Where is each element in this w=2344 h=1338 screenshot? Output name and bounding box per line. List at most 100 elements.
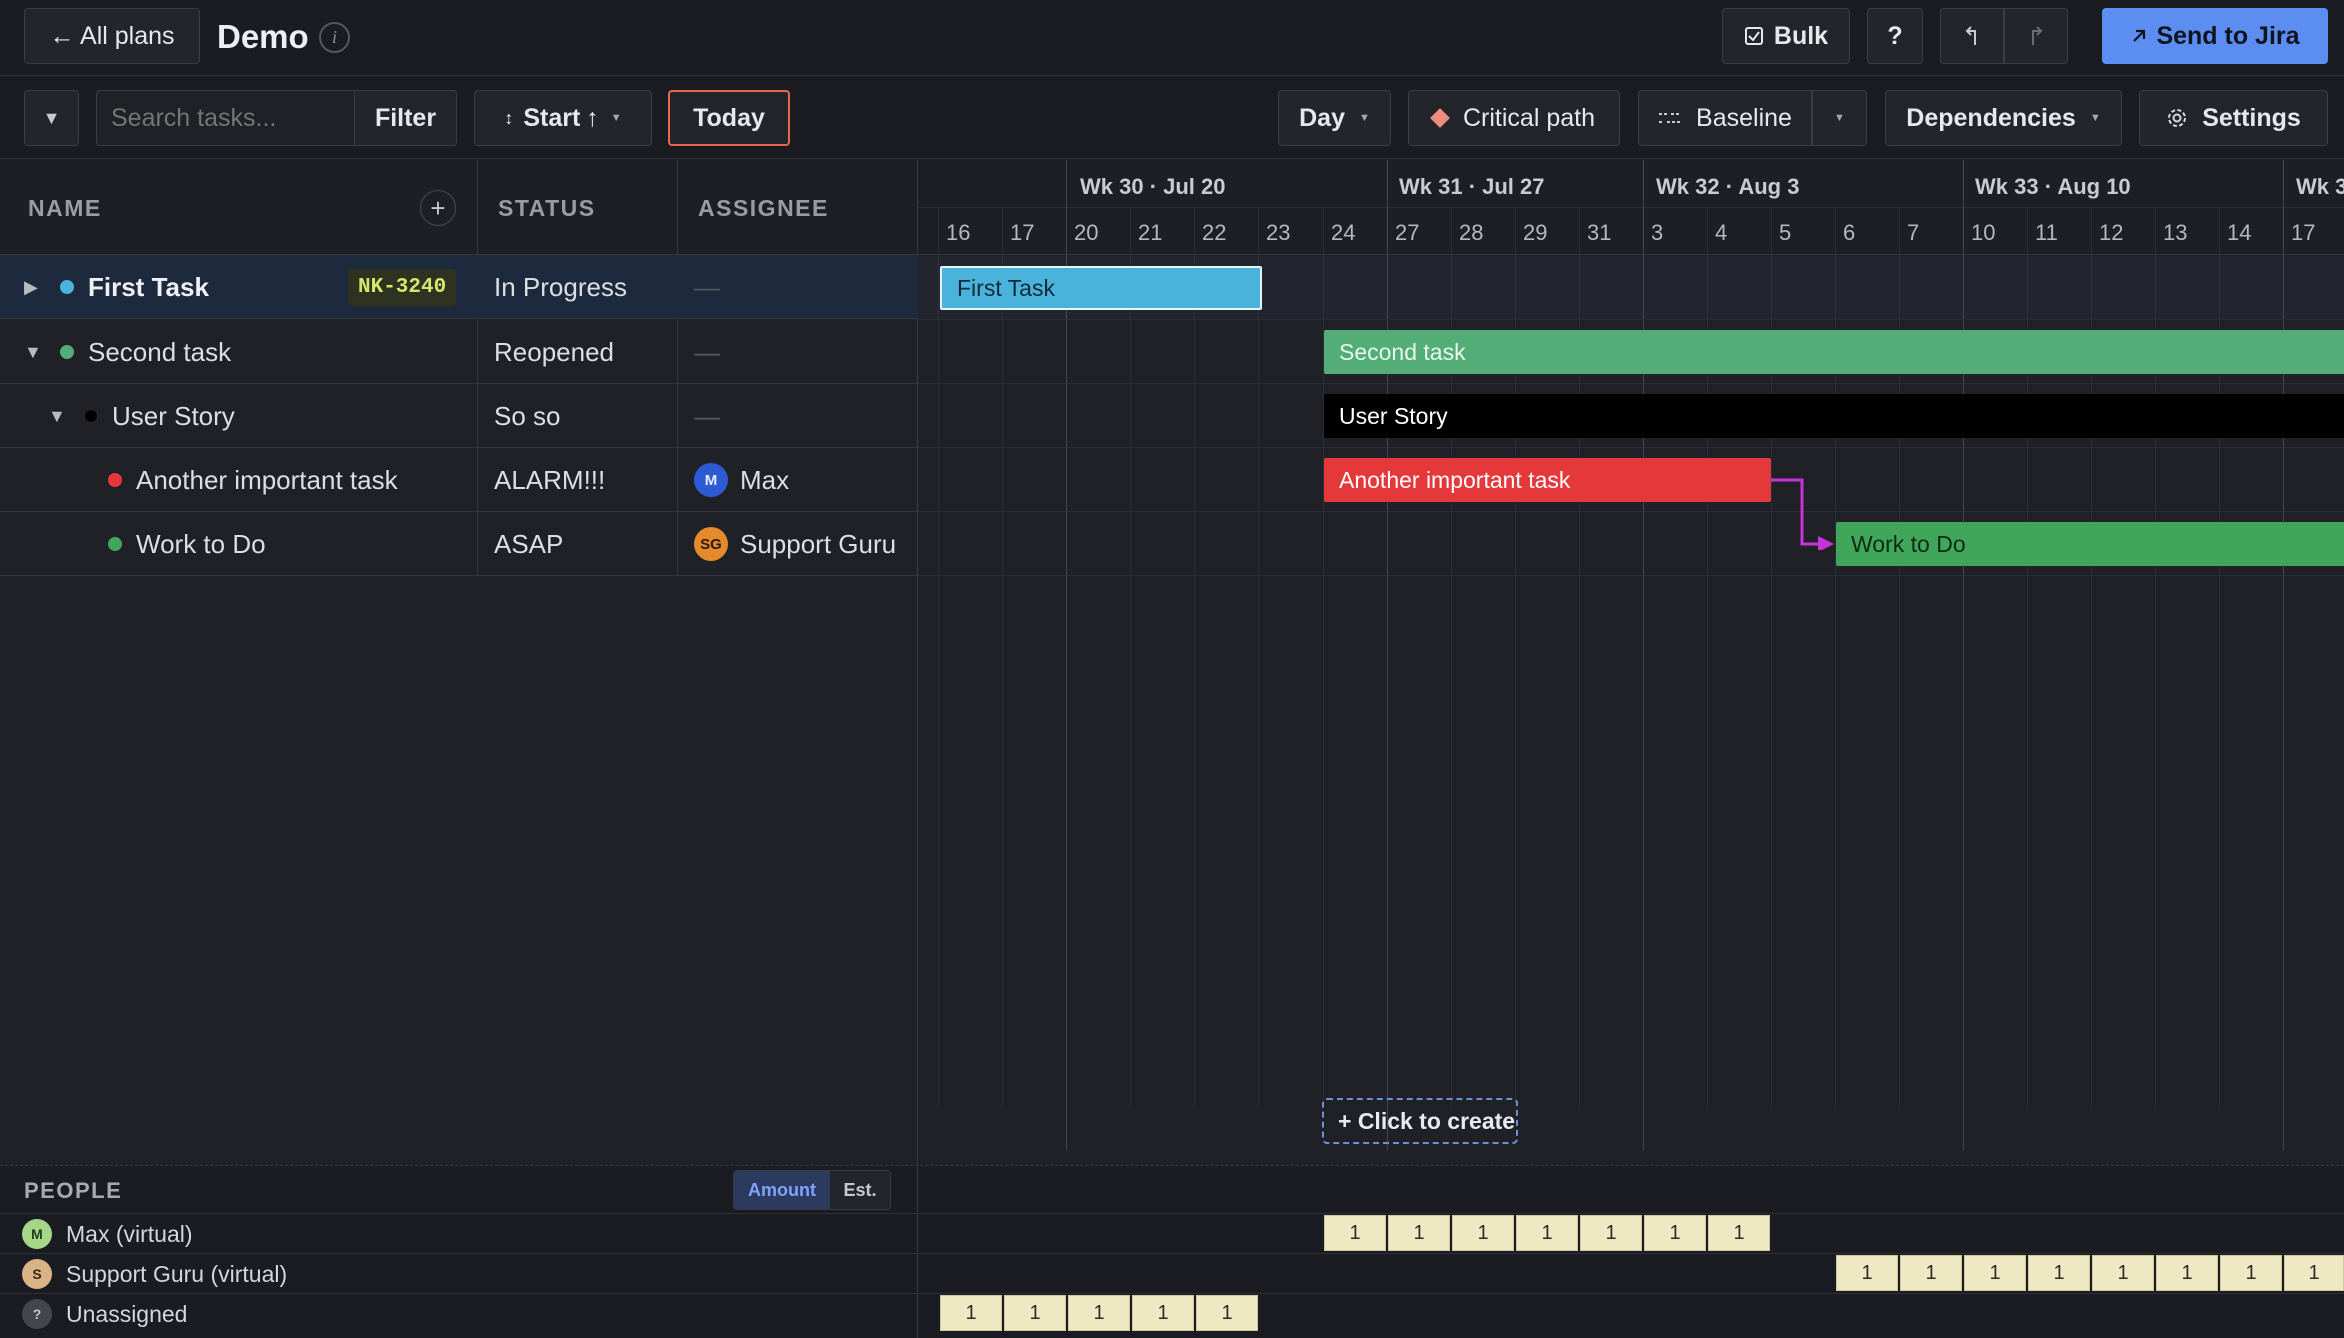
workload-cell[interactable]: 1 <box>1004 1295 1066 1331</box>
info-icon[interactable]: i <box>319 22 350 53</box>
workload-cell[interactable]: 1 <box>1388 1215 1450 1251</box>
baseline-dropdown-button[interactable]: ▼ <box>1812 90 1867 146</box>
status-cell[interactable]: So so <box>494 384 561 448</box>
search-input[interactable] <box>96 90 354 146</box>
estimate-toggle[interactable]: Est. <box>830 1171 890 1209</box>
person-name-cell: S Support Guru (virtual) <box>22 1254 287 1294</box>
checkbox-icon <box>1744 26 1764 46</box>
arrow-up-icon: ↑ <box>586 103 599 132</box>
week-header-row: Wk 30 · Jul 20 Wk 31 · Jul 27 Wk 32 · Au… <box>918 160 2344 208</box>
workload-cell[interactable]: 1 <box>1132 1295 1194 1331</box>
dependency-arrow[interactable] <box>1768 470 1848 550</box>
expand-arrow-icon[interactable]: ▶ <box>24 277 38 298</box>
assignee-name: Support Guru <box>740 528 897 559</box>
dependencies-button[interactable]: Dependencies ▼ <box>1885 90 2122 146</box>
click-to-create-placeholder[interactable]: + Click to create <box>1322 1098 1518 1144</box>
send-to-jira-button[interactable]: Send to Jira <box>2102 8 2328 64</box>
issue-key-cell: NK-3240 <box>348 255 457 319</box>
workload-cell[interactable]: 1 <box>2028 1255 2090 1291</box>
workload-cell[interactable]: 1 <box>940 1295 1002 1331</box>
workload-cell[interactable]: 1 <box>1516 1215 1578 1251</box>
collapse-arrow-icon[interactable]: ▼ <box>24 342 42 363</box>
workload-cell[interactable]: 1 <box>2156 1255 2218 1291</box>
settings-label: Settings <box>2202 103 2301 132</box>
task-name-cell: Second task <box>60 320 231 384</box>
task-name-cell: Another important task <box>108 448 398 512</box>
bulk-button[interactable]: Bulk <box>1722 8 1850 64</box>
assignee-cell[interactable]: — <box>694 255 720 319</box>
undo-button[interactable] <box>1940 8 2004 64</box>
status-dot <box>60 280 74 294</box>
status-dot <box>108 473 122 487</box>
redo-button[interactable] <box>2004 8 2068 64</box>
task-bar[interactable]: Second task <box>1324 330 2344 374</box>
status-cell[interactable]: Reopened <box>494 320 614 384</box>
status-cell[interactable]: ALARM!!! <box>494 448 605 512</box>
workload-cell[interactable]: 1 <box>2284 1255 2344 1291</box>
column-header-status[interactable]: STATUS <box>498 195 596 222</box>
send-to-jira-label: Send to Jira <box>2156 21 2300 50</box>
workload-cell[interactable]: 1 <box>1900 1255 1962 1291</box>
avatar: SG <box>694 527 728 561</box>
redo-icon <box>2027 25 2045 47</box>
task-name: Second task <box>88 336 232 367</box>
status-cell[interactable]: ASAP <box>494 512 563 576</box>
task-bar[interactable]: User Story <box>1324 394 2344 438</box>
workload-cell[interactable]: 1 <box>2092 1255 2154 1291</box>
workload-cell[interactable]: 1 <box>1964 1255 2026 1291</box>
day-label: 10 <box>1971 220 1996 245</box>
task-row[interactable]: Work to Do ASAP SG Support Guru <box>0 512 918 576</box>
critical-path-label: Critical path <box>1463 103 1595 132</box>
day-label: 13 <box>2163 220 2188 245</box>
workload-cell[interactable]: 1 <box>2220 1255 2282 1291</box>
critical-path-button[interactable]: Critical path <box>1408 90 1620 146</box>
today-button[interactable]: Today <box>668 90 790 146</box>
filter-button[interactable]: Filter <box>354 90 457 146</box>
week-label: Wk 30 · Jul 20 <box>1080 174 1226 199</box>
workload-cell[interactable]: 1 <box>1196 1295 1258 1331</box>
avatar: S <box>22 1259 52 1289</box>
assignee-cell[interactable]: SG Support Guru <box>694 512 896 576</box>
day-label: 28 <box>1459 220 1484 245</box>
workload-cell[interactable]: 1 <box>1836 1255 1898 1291</box>
task-name: First Task <box>88 271 209 302</box>
collapse-arrow-icon[interactable]: ▼ <box>48 406 66 427</box>
workload-cell[interactable]: 1 <box>1324 1215 1386 1251</box>
task-bar[interactable]: Work to Do <box>1836 522 2344 566</box>
assignee-cell[interactable]: M Max <box>694 448 789 512</box>
add-task-button[interactable]: + <box>420 190 456 226</box>
workload-cell[interactable]: 1 <box>1644 1215 1706 1251</box>
collapse-all-button[interactable]: ▼ <box>24 90 79 146</box>
workload-cell[interactable]: 1 <box>1580 1215 1642 1251</box>
task-bar[interactable]: Another important task <box>1324 458 1771 502</box>
scale-button[interactable]: Day ▼ <box>1278 90 1391 146</box>
assignee-cell[interactable]: — <box>694 384 720 448</box>
task-row[interactable]: ▼ User Story So so — <box>0 384 918 448</box>
workload-cell[interactable]: 1 <box>1708 1215 1770 1251</box>
baseline-button[interactable]: Baseline <box>1638 90 1812 146</box>
settings-button[interactable]: Settings <box>2139 90 2328 146</box>
all-plans-button[interactable]: ← All plans <box>24 8 200 64</box>
status-cell[interactable]: In Progress <box>494 255 627 319</box>
day-label: 4 <box>1715 220 1728 245</box>
people-row: M Max (virtual) <box>0 1213 2344 1253</box>
day-label: 21 <box>1138 220 1163 245</box>
column-header-name[interactable]: NAME <box>28 195 102 222</box>
day-label: 5 <box>1779 220 1792 245</box>
column-header-assignee[interactable]: ASSIGNEE <box>698 195 829 222</box>
day-label: 7 <box>1907 220 1920 245</box>
person-name-cell: M Max (virtual) <box>22 1214 193 1254</box>
task-bar[interactable]: First Task <box>940 266 1262 310</box>
help-button[interactable]: ? <box>1867 8 1923 64</box>
gantt-chart[interactable]: Wk 30 · Jul 20 Wk 31 · Jul 27 Wk 32 · Au… <box>918 160 2344 1165</box>
sort-button[interactable]: ↕ Start ↑ ▼ <box>474 90 652 146</box>
task-row[interactable]: ▼ Second task Reopened — <box>0 320 918 384</box>
task-row[interactable]: Another important task ALARM!!! M Max <box>0 448 918 512</box>
workload-cell[interactable]: 1 <box>1068 1295 1130 1331</box>
assignee-cell[interactable]: — <box>694 320 720 384</box>
amount-toggle[interactable]: Amount <box>734 1171 830 1209</box>
people-mode-toggle[interactable]: Amount Est. <box>733 1170 891 1210</box>
workload-cell[interactable]: 1 <box>1452 1215 1514 1251</box>
issue-key-badge[interactable]: NK-3240 <box>348 268 457 306</box>
task-row[interactable]: ▶ First Task NK-3240 In Progress — <box>0 255 918 319</box>
